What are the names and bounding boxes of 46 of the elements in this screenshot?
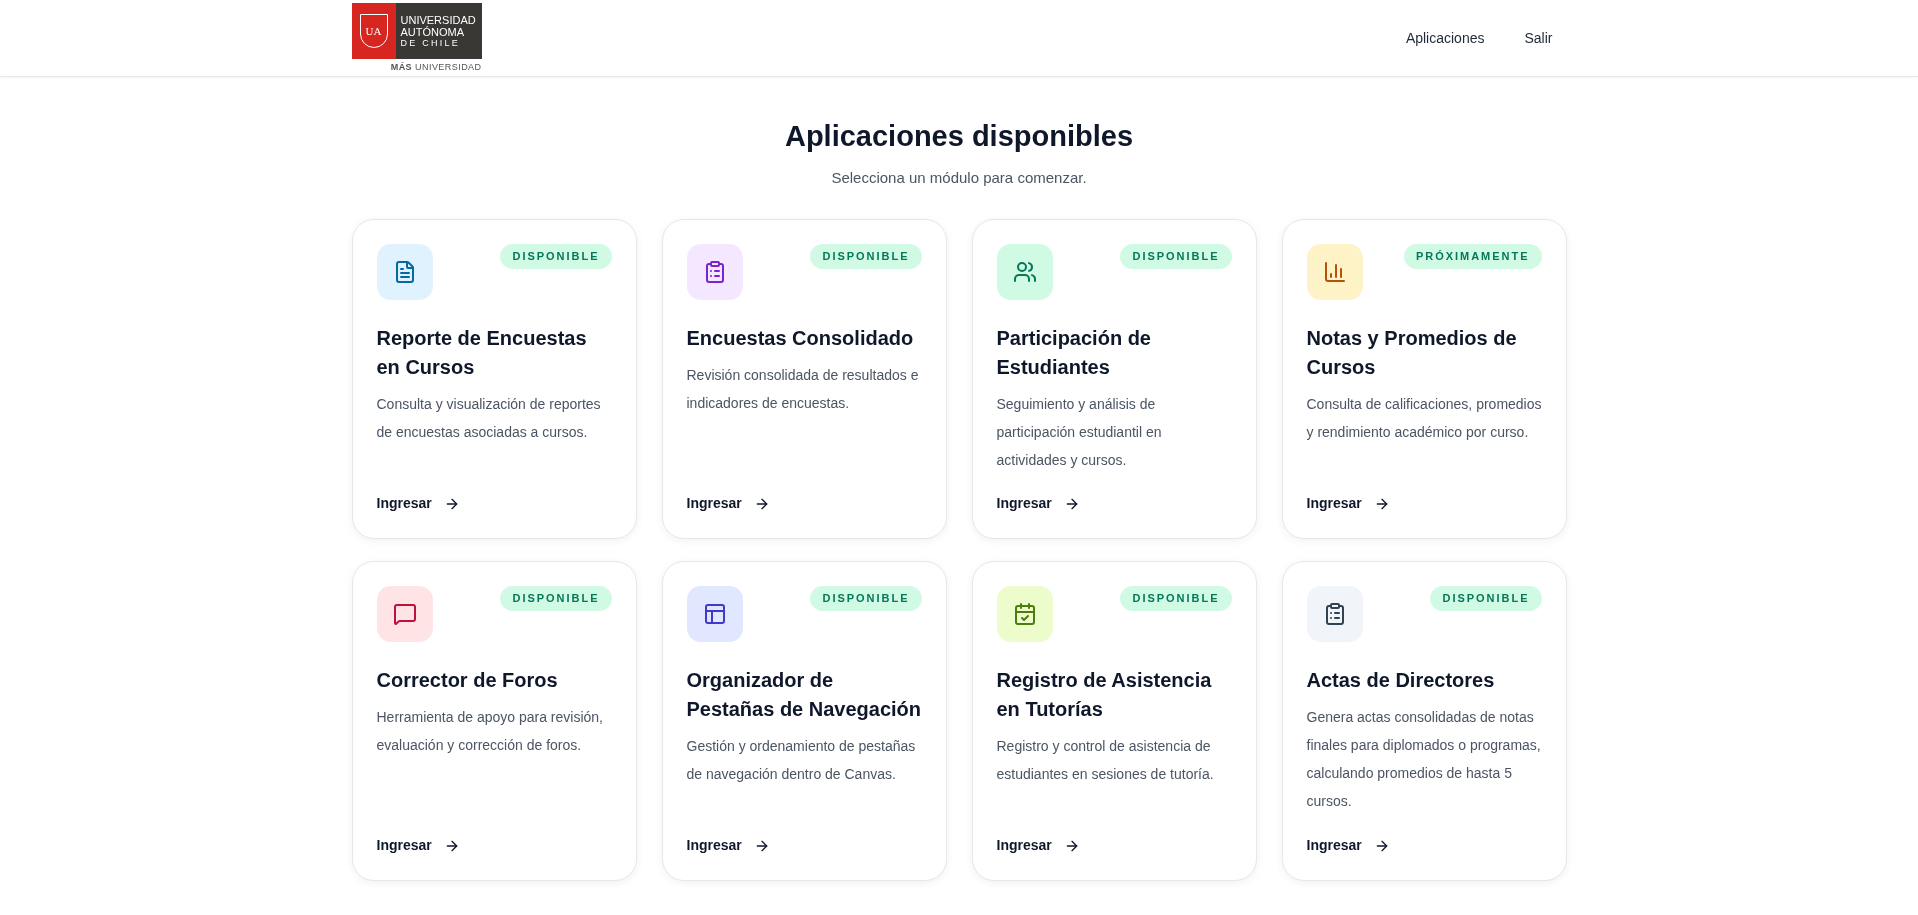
card-title: Actas de Directores	[1306, 668, 1496, 693]
card-title: Participación de Estudiantes	[996, 326, 1152, 380]
status-badge: DISPONIBLE	[1120, 586, 1232, 611]
page-title: Aplicaciones disponibles	[783, 119, 1135, 154]
card-description: Registro y control de asistencia de estudiantes en sesiones de tutoría.	[996, 737, 1215, 784]
nav-link[interactable]: Aplicaciones	[1405, 27, 1485, 49]
chat-icon	[392, 602, 417, 626]
layout-icon	[702, 602, 727, 626]
card-description: Consulta y visualización de reportes de encuestas asociadas a cursos.	[376, 395, 602, 442]
nav-link[interactable]: Salir	[1524, 27, 1553, 49]
status-badge: DISPONIBLE	[810, 586, 922, 611]
card-description: Genera actas consolidadas de notas finales para diplomados o programas, calculando promedios de hasta 5 cursos.	[1306, 708, 1542, 811]
card-description: Gestión y ordenamiento de pestañas de navegación dentro de Canvas.	[686, 737, 917, 784]
status-badge: PRÓXIMAMENTE	[1403, 244, 1542, 269]
calendar-check-icon	[1012, 602, 1037, 626]
card-description: Consulta de calificaciones, promedios y rendimiento académico por curso.	[1306, 395, 1542, 442]
card-title: Corrector de Foros	[376, 668, 559, 693]
logo-text: UNIVERSIDAD	[400, 13, 477, 26]
logo-text: DE CHILE	[400, 37, 461, 49]
card-title: Organizador de Pestañas de Navegación	[686, 668, 922, 722]
card-description: Revisión consolidada de resultados e indicadores de encuestas.	[686, 366, 920, 413]
status-badge: DISPONIBLE	[1120, 244, 1232, 269]
bar-chart-icon	[1322, 260, 1347, 284]
logo-text: AUTÓNOMA	[400, 25, 466, 38]
card-title: Registro de Asistencia en Tutorías	[996, 668, 1213, 722]
users-icon	[1012, 260, 1037, 284]
logo-tagline: MÁS UNIVERSIDAD	[390, 61, 482, 74]
enter-link[interactable]: Ingresar	[1306, 835, 1390, 856]
enter-link[interactable]: Ingresar	[686, 835, 770, 856]
card-title: Notas y Promedios de Cursos	[1306, 326, 1518, 380]
page-subtitle: Selecciona un módulo para comenzar.	[830, 167, 1088, 188]
status-badge: DISPONIBLE	[810, 244, 922, 269]
enter-link[interactable]: Ingresar	[376, 835, 460, 856]
status-badge: DISPONIBLE	[500, 586, 612, 611]
enter-link[interactable]: Ingresar	[996, 835, 1080, 856]
enter-link[interactable]: Ingresar	[686, 493, 770, 514]
enter-link[interactable]: Ingresar	[996, 493, 1080, 514]
card-title: Encuestas Consolidado	[686, 326, 915, 351]
enter-link[interactable]: Ingresar	[376, 493, 460, 514]
card-description: Herramienta de apoyo para revisión, evaluación y corrección de foros.	[376, 708, 604, 755]
status-badge: DISPONIBLE	[500, 244, 612, 269]
status-badge: DISPONIBLE	[1430, 586, 1542, 611]
card-title: Reporte de Encuestas en Cursos	[376, 326, 588, 380]
logo-monogram: UA	[365, 23, 382, 39]
enter-link[interactable]: Ingresar	[1306, 493, 1390, 514]
card-description: Seguimiento y análisis de participación estudiantil en actividades y cursos.	[996, 395, 1163, 470]
